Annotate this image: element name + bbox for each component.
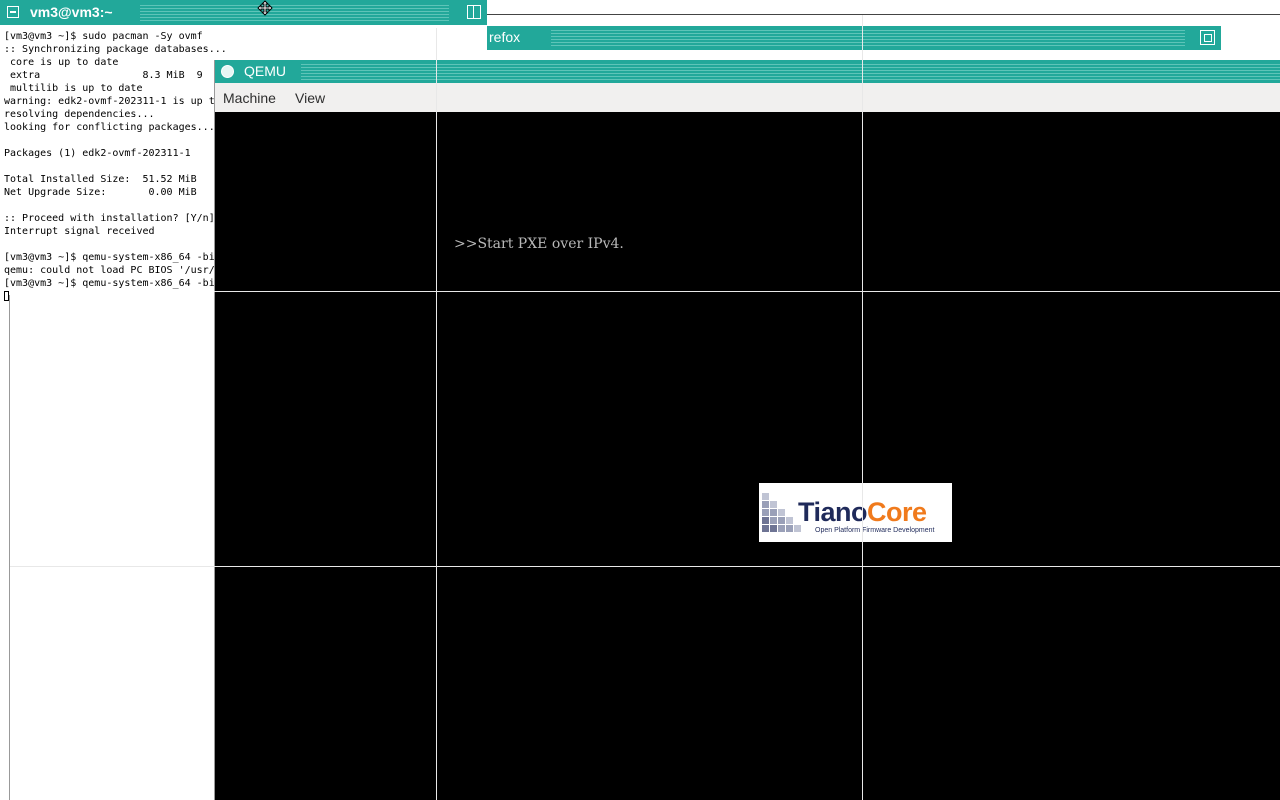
logo-square <box>762 501 769 508</box>
guide-line-horizontal <box>10 566 1280 567</box>
logo-square <box>770 509 777 516</box>
terminal-titlebar[interactable]: vm3@vm3:~ <box>0 0 487 25</box>
terminal-line: qemu: could not load PC BIOS '/usr/ <box>4 265 215 276</box>
terminal-line: looking for conflicting packages... <box>4 122 215 133</box>
qemu-titlebar[interactable]: QEMU <box>215 60 1280 83</box>
terminal-line: [vm3@vm3 ~]$ qemu-system-x86_64 -bi <box>4 278 215 289</box>
firefox-title: refox <box>489 29 521 45</box>
guide-line-horizontal <box>214 291 1280 292</box>
menu-machine[interactable]: Machine <box>223 90 276 106</box>
window-menu-icon[interactable] <box>7 6 19 18</box>
terminal-line: Net Upgrade Size: 0.00 MiB <box>4 187 197 198</box>
logo-square <box>762 517 769 524</box>
terminal-line: Interrupt signal received <box>4 226 155 237</box>
logo-square <box>786 517 793 524</box>
terminal-line: [vm3@vm3 ~]$ qemu-system-x86_64 -bi <box>4 252 215 263</box>
maximize-icon[interactable] <box>1200 30 1215 45</box>
firefox-window[interactable]: refox <box>487 26 1221 58</box>
titlebar-hatch <box>301 64 1280 80</box>
logo-square <box>762 493 769 500</box>
logo-square <box>778 525 785 532</box>
qemu-window[interactable]: QEMU Machine View >>Start PXE over IPv4.… <box>214 60 1280 800</box>
terminal-scroll-edge <box>9 295 10 800</box>
terminal-line: resolving dependencies... <box>4 109 155 120</box>
logo-word-core: Core <box>867 497 927 527</box>
terminal-line: :: Proceed with installation? [Y/n] <box>4 213 215 224</box>
logo-square <box>778 517 785 524</box>
move-cursor-icon <box>257 0 273 16</box>
terminal-line: multilib is up to date <box>10 83 143 94</box>
logo-square <box>762 509 769 516</box>
terminal-title: vm3@vm3:~ <box>30 4 113 20</box>
terminal-line: Total Installed Size: 51.52 MiB <box>4 174 197 185</box>
terminal-line: :: Synchronizing package databases... <box>4 44 227 55</box>
logo-square <box>770 525 777 532</box>
logo-square <box>786 525 793 532</box>
tianocore-logo: TianoCore Open Platform Firmware Develop… <box>759 483 952 542</box>
terminal-line: [vm3@vm3 ~]$ sudo pacman -Sy ovmf <box>4 31 203 42</box>
guide-line-vertical <box>862 14 863 800</box>
qemu-title: QEMU <box>244 63 286 79</box>
firefox-titlebar[interactable]: refox <box>487 26 1221 50</box>
pxe-boot-message: >>Start PXE over IPv4. <box>454 236 624 252</box>
titlebar-hatch <box>551 30 1185 46</box>
logo-square <box>778 509 785 516</box>
menu-view[interactable]: View <box>295 90 325 106</box>
terminal-line: extra 8.3 MiB 9 <box>10 70 203 81</box>
qemu-app-icon[interactable] <box>221 65 234 78</box>
logo-tagline: Open Platform Firmware Development <box>815 527 935 534</box>
logo-square <box>770 517 777 524</box>
terminal-output: [vm3@vm3 ~]$ sudo pacman -Sy ovmf :: Syn… <box>4 30 227 290</box>
guide-line-horizontal <box>487 14 1280 15</box>
logo-square <box>770 501 777 508</box>
terminal-line: warning: edk2-ovmf-202311-1 is up t <box>4 96 215 107</box>
terminal-line: Packages (1) edk2-ovmf-202311-1 <box>4 148 191 159</box>
logo-square <box>762 525 769 532</box>
terminal-line: core is up to date <box>10 57 119 68</box>
vm-display[interactable]: >>Start PXE over IPv4. TianoCore Open Pl… <box>215 112 1280 800</box>
titlebar-hatch <box>140 4 449 21</box>
maximize-icon[interactable] <box>467 5 481 19</box>
guide-line-vertical <box>436 28 437 800</box>
qemu-menubar: Machine View <box>215 83 1280 112</box>
logo-word-tiano: Tiano <box>798 497 868 527</box>
